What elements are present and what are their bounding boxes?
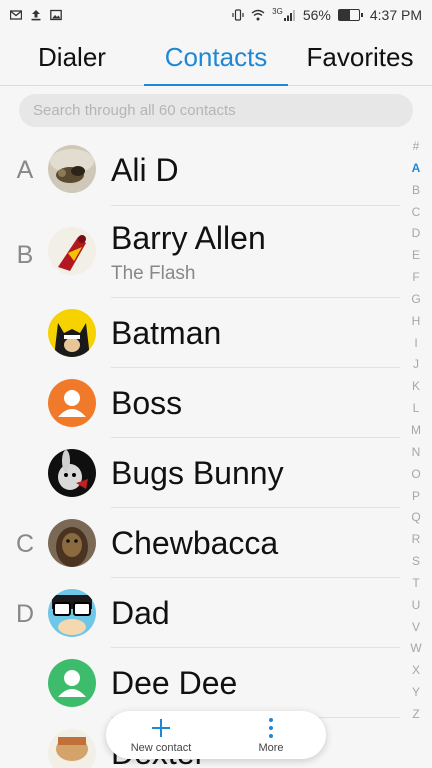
wifi-icon <box>251 9 265 21</box>
new-contact-button[interactable]: New contact <box>106 711 216 759</box>
index-letter[interactable]: X <box>412 664 420 676</box>
index-letter[interactable]: # <box>413 140 420 152</box>
contact-name: Dad <box>111 595 170 631</box>
vibrate-icon <box>232 9 244 21</box>
network-type: 3G <box>272 6 283 16</box>
index-letter[interactable]: R <box>412 533 421 545</box>
tab-contacts[interactable]: Contacts <box>144 30 288 86</box>
more-vert-icon <box>269 717 273 738</box>
contact-row[interactable]: Dee Dee <box>0 648 400 718</box>
section-letter: B <box>16 241 34 269</box>
contact-name: Dee Dee <box>111 665 238 701</box>
contact-photo <box>48 519 96 567</box>
contact-photo <box>48 227 96 275</box>
contact-name: Batman <box>111 315 222 351</box>
upload-icon <box>31 10 41 21</box>
index-letter[interactable]: E <box>412 249 420 261</box>
contact-name: Bugs Bunny <box>111 455 284 491</box>
contact-subtitle: The Flash <box>111 263 196 284</box>
tab-favorites[interactable]: Favorites <box>288 30 432 85</box>
index-letter[interactable]: A <box>412 162 421 174</box>
section-letter: C <box>15 530 35 558</box>
section-letter: D <box>15 600 35 628</box>
bottom-action-bar: New contact More <box>106 711 326 759</box>
contact-name: Ali D <box>111 152 179 188</box>
index-letter[interactable]: B <box>412 184 420 196</box>
index-letter[interactable]: K <box>412 380 420 392</box>
contact-list: A Ali D B Barry Allen The Flash Batman B… <box>0 136 400 768</box>
index-letter[interactable]: F <box>412 271 419 283</box>
index-letter[interactable]: Q <box>411 511 420 523</box>
index-letter[interactable]: P <box>412 490 420 502</box>
status-bar: 3G 56% 4:37 PM <box>0 0 432 30</box>
index-letter[interactable]: S <box>412 555 420 567</box>
contact-photo <box>48 729 96 768</box>
contact-photo <box>48 449 96 497</box>
contact-photo <box>48 379 96 427</box>
index-letter[interactable]: O <box>411 468 420 480</box>
contact-photo <box>48 145 96 193</box>
photo-icon <box>50 9 62 21</box>
contact-row[interactable]: C Chewbacca <box>0 508 400 578</box>
more-label: More <box>258 741 284 754</box>
index-letter[interactable]: N <box>412 446 421 458</box>
new-contact-label: New contact <box>130 741 192 754</box>
index-letter[interactable]: D <box>412 227 421 239</box>
index-letter[interactable]: C <box>412 206 421 218</box>
contact-row[interactable]: B Barry Allen The Flash <box>0 206 400 298</box>
tab-bar: Dialer Contacts Favorites <box>0 30 432 86</box>
battery-icon <box>337 9 363 21</box>
more-button[interactable]: More <box>216 711 326 759</box>
section-letter: A <box>16 156 34 184</box>
index-letter[interactable]: L <box>413 402 420 414</box>
contact-photo <box>48 309 96 357</box>
index-letter[interactable]: V <box>412 621 420 633</box>
contact-photo <box>48 659 96 707</box>
contact-row[interactable]: A Ali D <box>0 136 400 206</box>
contact-row[interactable]: Boss <box>0 368 400 438</box>
index-letter[interactable]: J <box>413 358 419 370</box>
index-letter[interactable]: M <box>411 424 421 436</box>
index-letter[interactable]: T <box>412 577 419 589</box>
contact-row[interactable]: Bugs Bunny <box>0 438 400 508</box>
contact-row[interactable]: Batman <box>0 298 400 368</box>
index-letter[interactable]: U <box>412 599 421 611</box>
plus-icon <box>152 718 170 737</box>
contact-name: Barry Allen <box>111 220 266 256</box>
notification-icons <box>10 9 62 21</box>
battery-percent: 56% <box>302 7 331 23</box>
index-letter[interactable]: I <box>414 337 417 349</box>
index-letter[interactable]: G <box>411 293 420 305</box>
contact-name: Chewbacca <box>111 525 279 561</box>
contact-name: Boss <box>111 385 183 421</box>
mail-icon <box>10 10 22 20</box>
index-letter[interactable]: H <box>412 315 421 327</box>
contact-photo <box>48 589 96 637</box>
tab-dialer[interactable]: Dialer <box>0 30 144 85</box>
clock: 4:37 PM <box>369 7 422 23</box>
contact-row[interactable]: D Dad <box>0 578 400 648</box>
signal-icon <box>283 10 295 21</box>
alphabet-index[interactable]: # A B C D E F G H I J K L M N O P Q R S T U V W X Y Z <box>400 140 432 720</box>
search-input[interactable] <box>33 102 413 119</box>
search-bar[interactable] <box>19 94 413 127</box>
system-icons: 3G 56% 4:37 PM <box>232 7 422 23</box>
index-letter[interactable]: Y <box>412 686 420 698</box>
index-letter[interactable]: W <box>410 642 421 654</box>
index-letter[interactable]: Z <box>412 708 419 720</box>
